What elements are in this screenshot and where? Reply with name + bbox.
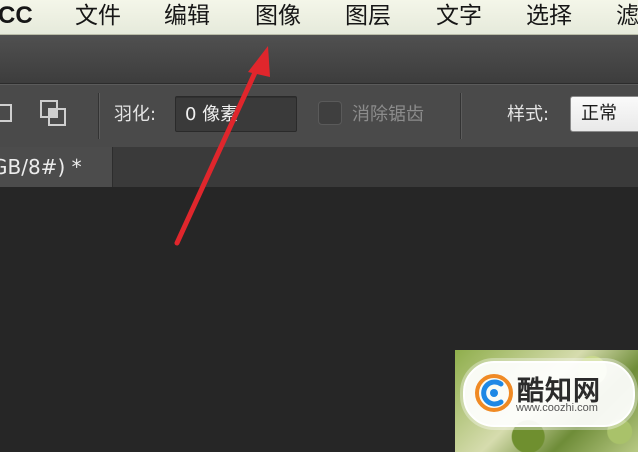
annotation-arrow-icon [174, 46, 270, 246]
